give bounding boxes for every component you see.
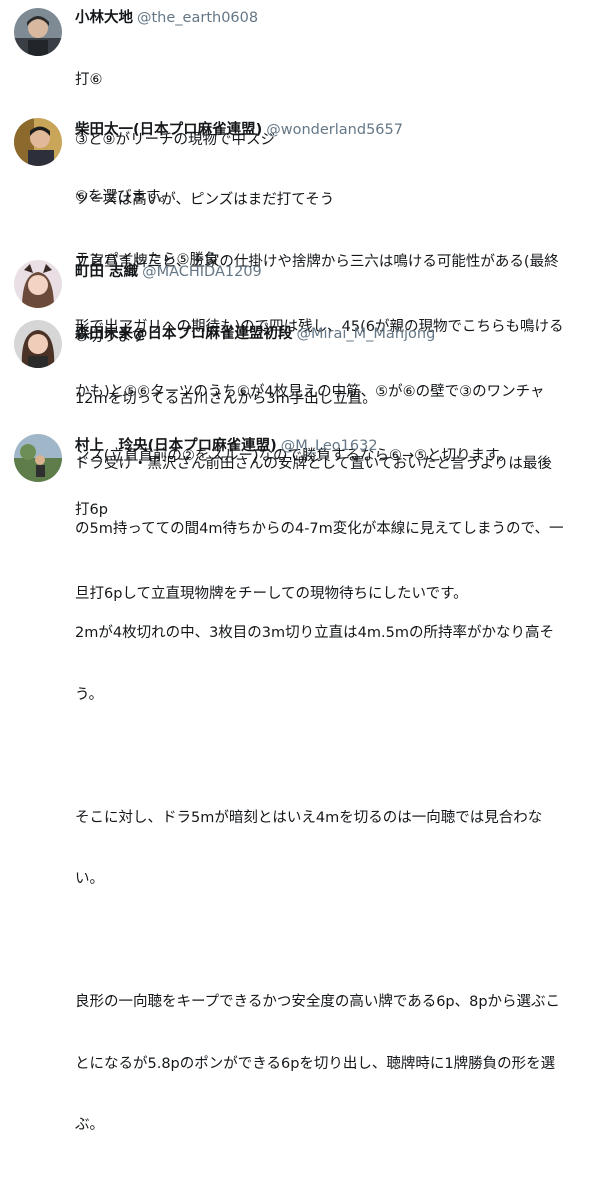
display-name[interactable]: 村上 玲央(日本プロ麻雀連盟) (75, 438, 277, 454)
tweet-line: う。 (75, 686, 104, 703)
avatar[interactable] (14, 434, 62, 482)
avatar-photo-icon (14, 260, 62, 308)
tweet-line: 2mが4枚切れの中、3枚目の3m切り立直は4m.5mの所持率がかなり高そ (75, 625, 554, 641)
display-name[interactable]: 小林大地 (75, 10, 133, 26)
avatar[interactable] (14, 118, 62, 166)
tweet-line: い。 (75, 871, 104, 887)
avatar-photo-icon (14, 434, 62, 482)
tweet-line: 打6p (75, 502, 108, 518)
tweet-line: とになるが5.8pのポンができる6pを切り出し、聴牌時に1牌勝負の形を選 (75, 1055, 556, 1072)
user-handle[interactable]: @MACHIDA1209 (142, 264, 262, 280)
user-handle[interactable]: @the_earth0608 (137, 10, 258, 26)
tweet-line (75, 931, 587, 952)
avatar-photo-icon (14, 8, 62, 56)
avatar[interactable] (14, 8, 62, 56)
avatar[interactable] (14, 260, 62, 308)
avatar[interactable] (14, 320, 62, 368)
tweet-line: ⑥を選びます。 (75, 189, 174, 206)
tweet-line: そこに対し、ドラ5mが暗刻とはいえ4mを切るのは一向聴では見合わな (75, 809, 543, 826)
display-name[interactable]: 柴田太一(日本プロ麻雀連盟) (75, 122, 262, 138)
tweet-line: 良形の一向聴をキープできるかつ安全度の高い牌である6p、8pから選ぶこ (75, 994, 561, 1010)
tweet-line (75, 746, 587, 767)
user-handle[interactable]: @wonderland5657 (266, 122, 403, 138)
tweet-line (75, 562, 587, 583)
display-name[interactable]: 町田 志織 (75, 264, 138, 280)
user-handle[interactable]: @Mirai_M_Mahjong (297, 326, 436, 342)
display-name[interactable]: 森田未来@日本プロ麻雀連盟初段 (75, 326, 293, 342)
user-handle[interactable]: @M_Leo1632 (281, 438, 378, 454)
tweet-line: 12mを切ってる古川さんから3m手出し立直。 (75, 391, 377, 408)
tweet-line: 打⑥ (75, 72, 103, 88)
tweet-text: 打6p 2mが4枚切れの中、3枚目の3m切り立直は4m.5mの所持率がかなり高そ… (75, 459, 587, 1177)
avatar-photo-icon (14, 320, 62, 368)
tweet-line: ぶ。 (75, 1117, 104, 1133)
avatar-photo-icon (14, 118, 62, 166)
